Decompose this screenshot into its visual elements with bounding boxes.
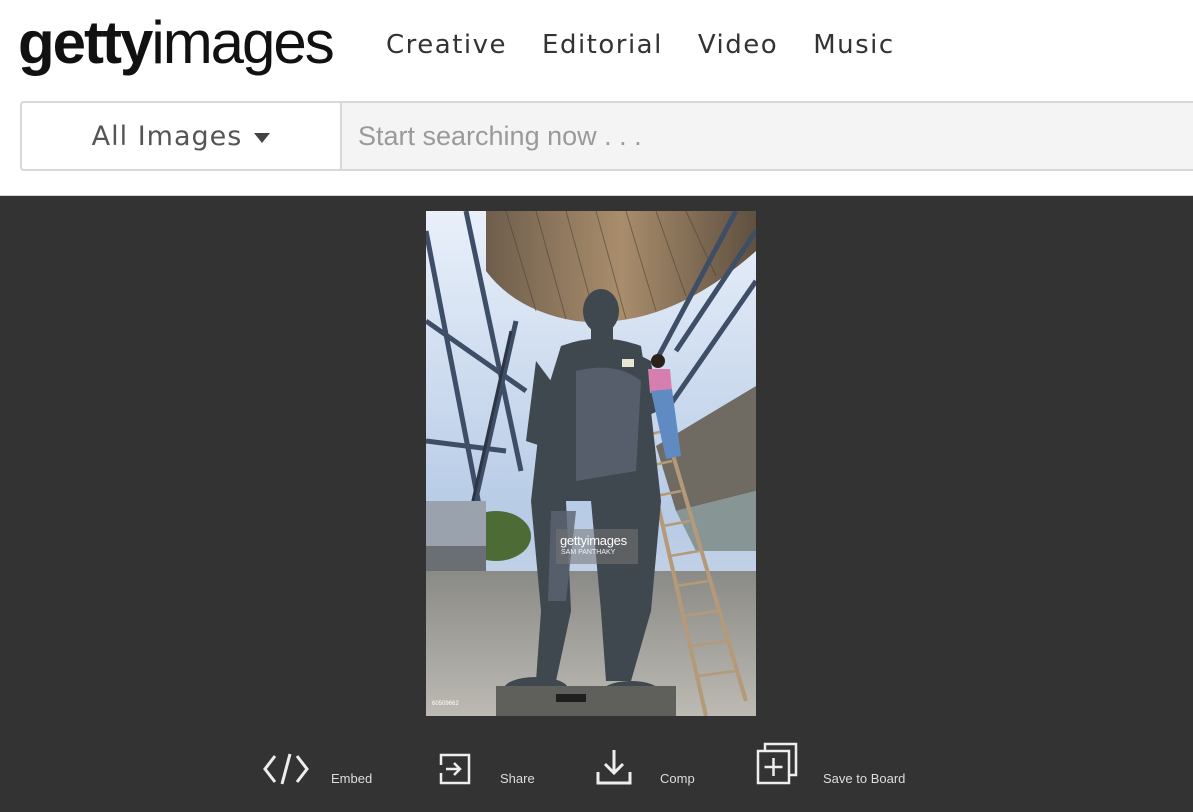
embed-icon (263, 753, 309, 785)
embed-label: Embed (331, 771, 373, 786)
image-id: 60509662 (432, 701, 459, 707)
watermark-brand: gettyimages (560, 533, 627, 548)
nav-music[interactable]: Music (813, 28, 894, 62)
share-label: Share (500, 771, 535, 786)
search-bar: All Images (20, 101, 1193, 171)
gettyimages-logo[interactable]: gettyimages (18, 8, 335, 78)
image-type-dropdown[interactable]: All Images (22, 103, 342, 169)
share-icon (439, 753, 471, 785)
image-viewer: gettyimages SAM PANTHAKY 60509662 Embed … (0, 196, 1193, 812)
save-to-board-label: Save to Board (823, 771, 906, 786)
logo-bold-text: getty (18, 9, 153, 76)
logo-light-text: images (151, 9, 334, 76)
dropdown-label: All Images (91, 120, 243, 152)
statue-photo[interactable]: gettyimages SAM PANTHAKY 60509662 (426, 211, 756, 716)
watermark-credit: SAM PANTHAKY (561, 549, 616, 556)
site-header: gettyimages Creative Editorial Video Mus… (0, 0, 1193, 196)
nav-editorial[interactable]: Editorial (542, 28, 663, 62)
embed-button[interactable]: Embed (263, 726, 372, 786)
search-input[interactable] (342, 103, 1193, 169)
nav-video[interactable]: Video (698, 28, 778, 62)
add-to-board-icon (756, 742, 798, 785)
caret-down-icon (254, 133, 271, 143)
comp-download-button[interactable]: Comp (596, 726, 695, 786)
share-button[interactable]: Share (438, 726, 535, 786)
save-to-board-button[interactable]: Save to Board (756, 726, 905, 786)
nav-creative[interactable]: Creative (386, 28, 507, 62)
comp-label: Comp (660, 771, 695, 786)
download-icon (596, 750, 632, 785)
main-nav: Creative Editorial Video Music (386, 28, 930, 62)
photo-illustration (426, 211, 756, 716)
action-bar: Embed Share Comp Save to Board (0, 726, 1193, 806)
